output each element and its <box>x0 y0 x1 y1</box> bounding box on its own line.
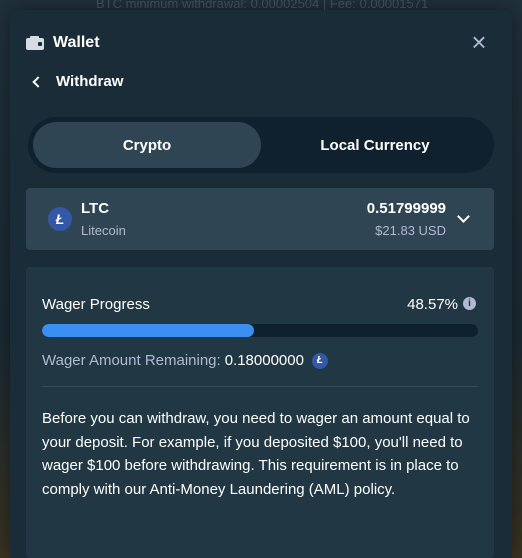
currency-balance: 0.51799999 <box>366 200 446 217</box>
currency-code: LTC <box>81 200 110 217</box>
wager-remaining: Wager Amount Remaining: 0.18000000 Ł <box>42 352 328 369</box>
wager-progress-label: Wager Progress <box>42 296 150 313</box>
currency-select[interactable]: Ł LTC Litecoin 0.51799999 $21.83 USD <box>26 188 494 250</box>
wallet-modal: Wallet × Withdraw Crypto Local Currency … <box>10 10 512 558</box>
withdraw-type-tabs: Crypto Local Currency <box>28 117 494 173</box>
aml-notice: Before you can withdraw, you need to wag… <box>42 410 470 498</box>
tab-local-currency[interactable]: Local Currency <box>261 122 489 168</box>
wager-info-panel: Wager Progress 48.57% i Wager Amount Rem… <box>26 267 494 558</box>
wallet-icon <box>26 36 44 50</box>
wager-remaining-label: Wager Amount Remaining: <box>42 352 221 369</box>
wager-progress-bar <box>42 324 478 337</box>
chevron-left-icon <box>32 75 44 88</box>
litecoin-icon: Ł <box>311 352 328 369</box>
info-icon[interactable]: i <box>463 297 476 310</box>
back-button[interactable]: Withdraw <box>30 73 123 90</box>
close-icon[interactable]: × <box>468 29 490 55</box>
litecoin-icon: Ł <box>48 207 72 231</box>
currency-usd-value: $21.83 USD <box>375 223 446 238</box>
back-label: Withdraw <box>56 73 124 90</box>
chevron-down-icon <box>457 210 470 223</box>
wager-remaining-value: 0.18000000 <box>224 352 304 369</box>
wager-progress-value: 48.57% <box>407 296 458 313</box>
currency-name: Litecoin <box>81 223 126 238</box>
divider <box>42 386 478 387</box>
modal-header: Wallet × <box>26 29 496 55</box>
modal-title: Wallet <box>53 34 100 51</box>
wager-progress-fill <box>42 324 254 337</box>
tab-crypto[interactable]: Crypto <box>33 122 261 168</box>
